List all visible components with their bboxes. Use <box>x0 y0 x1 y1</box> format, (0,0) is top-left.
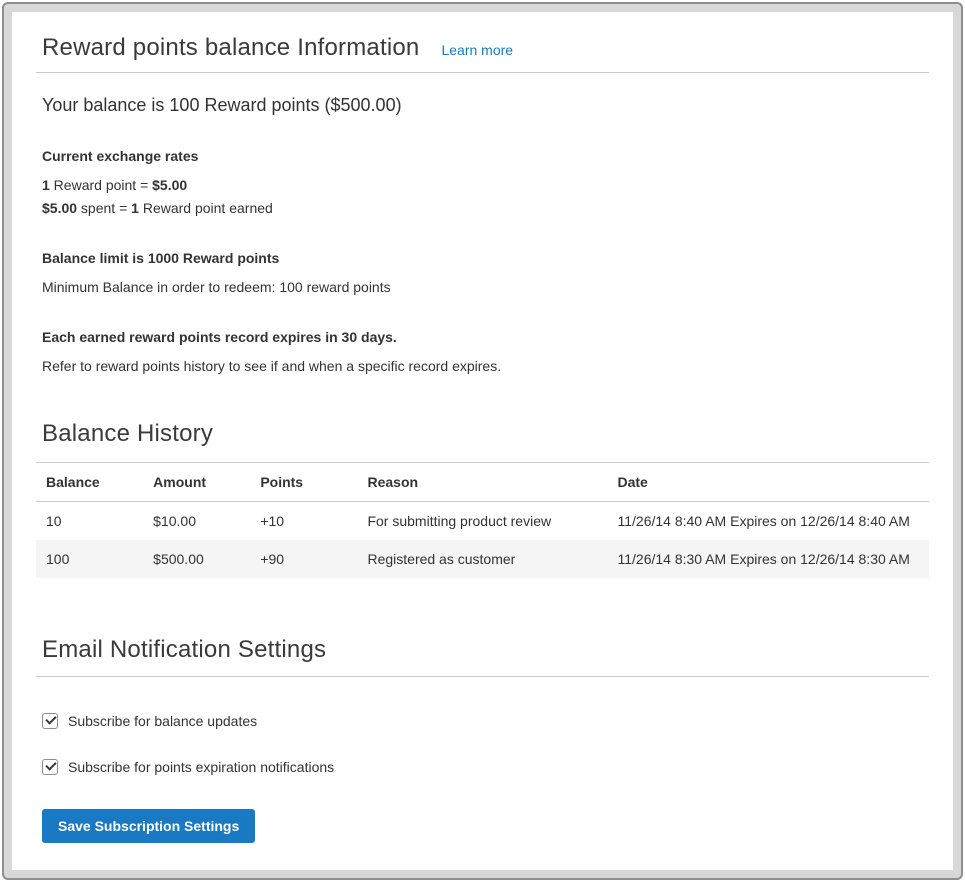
min-redeem-text: Minimum Balance in order to redeem: 100 … <box>42 278 923 297</box>
expiration-note: Refer to reward points history to see if… <box>42 357 923 376</box>
exchange-rates-heading: Current exchange rates <box>42 148 923 164</box>
earn-money-value: $5.00 <box>42 200 77 216</box>
cell-balance: 10 <box>36 501 143 540</box>
expiration-notifications-checkbox[interactable] <box>42 759 58 775</box>
balance-info-block: Your balance is 100 Reward points ($500.… <box>36 95 929 376</box>
email-settings-heading: Email Notification Settings <box>42 636 929 664</box>
earn-rate-line: $5.00 spent = 1 Reward point earned <box>42 199 923 218</box>
cell-date: 11/26/14 8:40 AM Expires on 12/26/14 8:4… <box>608 501 930 540</box>
balance-history-table: Balance Amount Points Reason Date 10 $10… <box>36 462 929 578</box>
expiration-notifications-option: Subscribe for points expiration notifica… <box>42 729 929 775</box>
window-frame: Reward points balance Information Learn … <box>2 2 963 880</box>
balance-limit-text: Balance limit is 1000 Reward points <box>42 250 923 266</box>
expiration-heading: Each earned reward points record expires… <box>42 329 923 345</box>
rate-points-value: 1 <box>42 177 50 193</box>
page-title: Reward points balance Information <box>42 34 419 62</box>
learn-more-link[interactable]: Learn more <box>441 42 513 58</box>
balance-updates-checkbox[interactable] <box>42 713 58 729</box>
balance-history-heading: Balance History <box>42 420 929 448</box>
save-subscription-settings-button[interactable]: Save Subscription Settings <box>42 809 255 843</box>
expiration-notifications-label[interactable]: Subscribe for points expiration notifica… <box>68 759 334 775</box>
earn-line-suffix: Reward point earned <box>139 200 273 216</box>
cell-reason: For submitting product review <box>357 501 607 540</box>
reward-points-page: Reward points balance Information Learn … <box>12 12 953 870</box>
exchange-rate-line: 1 Reward point = $5.00 <box>42 176 923 195</box>
cell-amount: $500.00 <box>143 540 250 578</box>
page-header: Reward points balance Information Learn … <box>42 34 929 62</box>
cell-balance: 100 <box>36 540 143 578</box>
rate-line-text: Reward point = <box>50 177 152 193</box>
earn-line-text: spent = <box>77 200 131 216</box>
earn-points-value: 1 <box>131 200 139 216</box>
balance-summary: Your balance is 100 Reward points ($500.… <box>42 95 923 116</box>
rate-money-value: $5.00 <box>152 177 187 193</box>
cell-amount: $10.00 <box>143 501 250 540</box>
column-header-reason: Reason <box>357 462 607 501</box>
column-header-date: Date <box>608 462 930 501</box>
cell-date: 11/26/14 8:30 AM Expires on 12/26/14 8:3… <box>608 540 930 578</box>
cell-reason: Registered as customer <box>357 540 607 578</box>
column-header-amount: Amount <box>143 462 250 501</box>
column-header-points: Points <box>250 462 357 501</box>
balance-updates-label[interactable]: Subscribe for balance updates <box>68 713 257 729</box>
table-row: 10 $10.00 +10 For submitting product rev… <box>36 501 929 540</box>
cell-points: +10 <box>250 501 357 540</box>
table-row: 100 $500.00 +90 Registered as customer 1… <box>36 540 929 578</box>
balance-updates-option: Subscribe for balance updates <box>42 677 929 729</box>
cell-points: +90 <box>250 540 357 578</box>
column-header-balance: Balance <box>36 462 143 501</box>
table-header-row: Balance Amount Points Reason Date <box>36 462 929 501</box>
header-divider <box>36 72 929 73</box>
